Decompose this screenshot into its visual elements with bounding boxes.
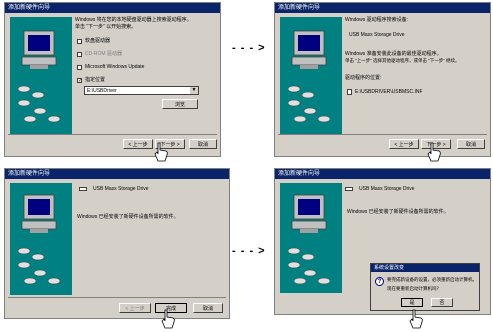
wizard-illustration [10, 17, 72, 135]
intro-line-1: Windows 将在您的本地硬盘驱动器上搜索驱动程序。 [75, 17, 192, 23]
back-button[interactable]: < 上一步 [389, 139, 419, 149]
windows-update-checkbox[interactable] [77, 65, 82, 70]
path-combobox[interactable]: E:\USBDriver ▼ [84, 86, 199, 95]
divider [8, 134, 217, 135]
windows-update-label: Microsoft Windows Update [85, 64, 145, 70]
cancel-button[interactable]: 取消 [189, 139, 217, 149]
choose-line: 单击 “上一步” 选择其他驱动程序，或单击 “下一步” 继续。 [345, 58, 460, 63]
cdrom-checkbox[interactable] [77, 52, 82, 57]
divider [8, 297, 226, 298]
ready-line: Windows 准备安装此设备的最佳驱动程序。 [345, 51, 442, 57]
cdrom-label: CD-ROM 驱动器 [85, 51, 122, 57]
usb-device-icon [79, 187, 87, 191]
back-button[interactable]: < 上一步 [123, 139, 153, 149]
device-name: USB Mass Storage Drive [349, 32, 405, 38]
location-checkbox[interactable]: ✓ [77, 78, 82, 84]
divider [278, 134, 487, 135]
pointer-hand-icon [161, 309, 175, 329]
browse-button[interactable]: 浏览 [162, 99, 198, 109]
cancel-button[interactable]: 取消 [457, 139, 485, 149]
title-bar: 添加新硬件向导 [275, 169, 490, 179]
pointer-hand-icon [427, 142, 441, 162]
back-button[interactable]: < 上一步 [119, 303, 151, 313]
computer-illustration-icon [17, 30, 61, 123]
install-complete-text: Windows 已经安装了新硬件设备所需的软件。 [77, 214, 179, 220]
cancel-button[interactable]: 取消 [193, 303, 223, 313]
device-name: USB Mass Storage Drive [93, 186, 149, 192]
floppy-label: 软盘驱动器 [85, 38, 111, 44]
restart-message-box: 系统设置改变 ? 要完成新设备的设置，必须重新启动计算机。 现在要重新启动计算机… [370, 263, 480, 311]
title-bar: 添加新硬件向导 [5, 169, 229, 179]
yes-button[interactable]: 是 [401, 298, 423, 307]
wizard-dialog-step2: 添加新硬件向导 Windows 驱动程序搜索设备: USB Mass Stora… [274, 2, 491, 157]
file-icon [347, 89, 352, 95]
device-name: USB Mass Storage Drive [359, 186, 415, 192]
floppy-checkbox[interactable] [77, 39, 82, 44]
pointer-hand-icon [154, 142, 168, 162]
flow-arrow-top: - - - > [232, 42, 266, 54]
chevron-down-icon[interactable]: ▼ [190, 87, 198, 94]
wizard-dialog-step4: 添加新硬件向导 USB Mass Storage Drive Windows 已… [274, 168, 491, 315]
msgbox-title-bar: 系统设置改变 [371, 264, 479, 272]
wizard-illustration [280, 183, 342, 293]
question-icon: ? [375, 277, 384, 286]
wizard-illustration [280, 17, 342, 135]
computer-illustration-icon [287, 194, 331, 285]
path-value: E:\USBDriver [87, 88, 117, 94]
location-label: 指定位置 [85, 77, 106, 83]
install-complete-text: Windows 已经安装了新硬件设备所需的软件。 [347, 209, 449, 215]
no-button[interactable]: 否 [431, 298, 453, 307]
driver-file-path: E:\USBDRIVER\USBMSC.INF [355, 89, 423, 95]
intro-line-2: 单击 “下一步” 以开始搜索。 [75, 24, 137, 30]
computer-illustration-icon [17, 194, 61, 285]
location-label: 驱动程序的位置: [345, 75, 382, 81]
wizard-dialog-step1: 添加新硬件向导 Windows 将在您的本地硬盘驱动器上搜索驱动程序。 单击 “… [4, 2, 221, 157]
search-line: Windows 驱动程序搜索设备: [345, 17, 409, 23]
msgbox-line-2: 现在要重新启动计算机吗？ [387, 286, 441, 291]
title-bar: 添加新硬件向导 [275, 3, 490, 13]
usb-device-icon [345, 187, 353, 191]
pointer-hand-icon [409, 309, 423, 329]
flow-arrow-bottom: - - - > [232, 245, 266, 257]
wizard-illustration [10, 183, 72, 295]
title-bar: 添加新硬件向导 [5, 3, 220, 13]
msgbox-line-1: 要完成新设备的设置，必须重新启动计算机。 [387, 277, 477, 282]
computer-illustration-icon [287, 30, 331, 123]
wizard-dialog-step3: 添加新硬件向导 USB Mass Storage Drive Windows 已… [4, 168, 230, 319]
